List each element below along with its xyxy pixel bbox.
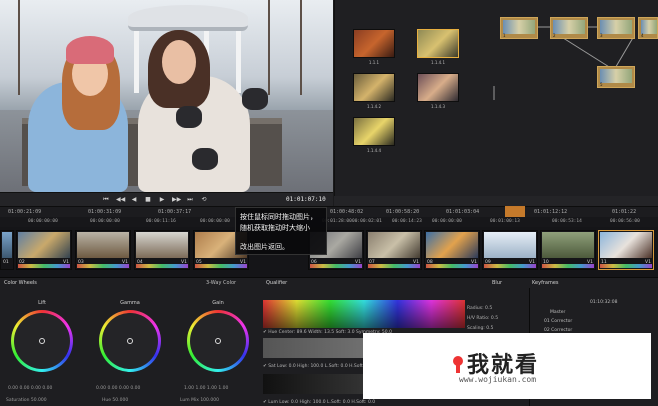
keyframes-title: Keyframes — [532, 280, 559, 286]
rewind-icon[interactable]: ◀◀ — [116, 196, 125, 204]
blur-scaling[interactable]: Scaling: 0.5 — [467, 326, 527, 331]
keyframe-track[interactable]: Master — [550, 310, 565, 315]
callout-line: 按住鼠标同时拖动图片， — [240, 213, 317, 221]
glove — [192, 148, 218, 170]
keyframes-timecode: 01:10:32:08 — [590, 300, 618, 305]
saturation-readout: Saturation 50.000 — [6, 398, 47, 403]
qualifier-title: Qualifier — [266, 280, 288, 286]
node-label: 3 — [600, 33, 603, 38]
gamma-values: 0.00 0.00 0.00 0.00 — [96, 386, 141, 391]
ruler-tick: 01:00:21:09 — [8, 209, 42, 215]
node-toolbar — [334, 196, 658, 206]
wheel-label: Gamma — [120, 300, 140, 306]
timeline-clip[interactable]: 07 V1 — [366, 230, 422, 270]
timeline-clip[interactable]: 10 V1 — [540, 230, 596, 270]
timeline-ruler[interactable]: 01:00:21:09 01:00:31:09 01:00:37:17 01:0… — [0, 206, 658, 217]
hue-range-bar[interactable] — [263, 300, 465, 328]
go-to-start-icon[interactable]: ⏮ — [102, 196, 110, 204]
ruler-tick: 01:00:31:09 — [88, 209, 122, 215]
gain-values: 1.00 1.00 1.00 1.00 — [184, 386, 229, 391]
timeline-clip[interactable]: 03 V1 — [75, 230, 131, 270]
timeline-clip[interactable]: 02 V1 — [16, 230, 72, 270]
go-to-end-icon[interactable]: ⏭ — [186, 196, 194, 204]
timeline-clip-selected[interactable]: 11 V1 — [598, 230, 654, 270]
blur-radius[interactable]: Radius: 0.5 — [467, 306, 527, 311]
step-back-icon[interactable]: ◀ — [130, 196, 138, 204]
lift-values: 0.00 0.00 0.00 0.00 — [8, 386, 53, 391]
clip-timecode: 00:00:00:00 — [90, 219, 120, 224]
tree-trunk — [268, 0, 270, 95]
clip-timecode: 00:00:14:23 — [392, 219, 422, 224]
ruler-tick: 01:00:37:17 — [158, 209, 192, 215]
wheel-label: Gain — [212, 300, 224, 306]
node-label: 5 — [600, 82, 603, 87]
instruction-callout: 按住鼠标同时拖动图片， 随机获取拖动时大缩小 改出图片返回。 — [235, 207, 327, 255]
clip-timecode: 00:00:00:00 — [28, 219, 58, 224]
glove — [176, 106, 202, 128]
lift-wheel[interactable] — [11, 310, 73, 372]
node-label: 2 — [553, 33, 556, 38]
clip-timecode: 00:00:11:16 — [146, 219, 176, 224]
ruler-tick: 01:01:03:04 — [446, 209, 480, 215]
keyframe-track[interactable]: 01 Corrector — [544, 319, 572, 324]
timeline-clip[interactable]: 01 — [0, 230, 14, 270]
node-5[interactable]: 5 — [597, 66, 635, 88]
tree-trunk — [18, 0, 20, 95]
clip-timecode: 00:00:00:00 — [432, 219, 462, 224]
node-3[interactable]: 3 — [597, 17, 635, 39]
lum-controls[interactable]: ✔ Lum Low: 0.0 High: 100.0 L.Soft: 0.0 H… — [263, 400, 465, 405]
ruler-tick: 01:00:48:02 — [330, 209, 364, 215]
lum-mix-readout: Lum Mix 100.000 — [180, 398, 219, 403]
timeline-clip[interactable]: 09 V1 — [482, 230, 538, 270]
watermark-banner: 我就看 www.wojiukan.com — [363, 333, 651, 399]
blur-title: Blur — [492, 280, 503, 286]
clip-number: 01 — [3, 260, 9, 265]
clip-timecode: 00:01:00:13 — [490, 219, 520, 224]
node-label: 1 — [503, 33, 506, 38]
node-label: 4 — [641, 33, 644, 38]
node-1[interactable]: 1 — [500, 17, 538, 39]
callout-line: 改出图片返回。 — [240, 243, 289, 251]
playhead-marker[interactable] — [505, 206, 525, 217]
node-2[interactable]: 2 — [550, 17, 588, 39]
mode-dropdown[interactable]: 3-Way Color — [206, 280, 236, 286]
person-left-hat — [66, 36, 114, 64]
callout-line: 随机获取拖动时大缩小 — [240, 224, 310, 232]
clip-timecode: 00:00:00:00 — [200, 219, 230, 224]
watermark-logo-icon — [453, 356, 463, 373]
clip-strip: 01 02 V1 03 V1 04 V1 05 V1 06 V1 07 V1 0… — [0, 227, 658, 277]
clip-timecode: 00:00:02:01 — [352, 219, 382, 224]
ruler-tick: 01:01:12:12 — [534, 209, 568, 215]
timeline-clip[interactable]: 08 V1 — [424, 230, 480, 270]
viewer-timecode: 01:01:07:10 — [286, 196, 326, 203]
fast-forward-icon[interactable]: ▶▶ — [172, 196, 181, 204]
glove — [242, 88, 268, 110]
transport-bar: ⏮ ◀◀ ◀ ■ ▶ ▶▶ ⏭ ⟲ 01:01:07:10 — [0, 192, 333, 206]
hue-readout: Hue 50.000 — [102, 398, 129, 403]
watermark-url: www.wojiukan.com — [459, 375, 537, 384]
loop-icon[interactable]: ⟲ — [200, 196, 208, 204]
play-icon[interactable]: ▶ — [158, 196, 166, 204]
person-right-face — [162, 40, 196, 84]
tree-trunk — [300, 0, 302, 95]
clip-timecode: 00:00:56:00 — [610, 219, 640, 224]
clip-timecodes-row: 00:00:00:00 00:00:00:00 00:00:11:16 00:0… — [0, 217, 658, 227]
gamma-wheel[interactable] — [99, 310, 161, 372]
stop-icon[interactable]: ■ — [144, 196, 152, 204]
color-wheels-title: Color Wheels — [4, 280, 37, 286]
ruler-tick: 01:01:22 — [612, 209, 637, 215]
ruler-tick: 01:00:58:20 — [386, 209, 420, 215]
wheel-label: Lift — [38, 300, 46, 306]
clip-timecode: 00:00:53:14 — [552, 219, 582, 224]
blur-hv-ratio[interactable]: H/V Ratio: 0.5 — [467, 316, 527, 321]
gain-wheel[interactable] — [187, 310, 249, 372]
node-4[interactable]: 4 — [638, 17, 658, 39]
video-viewer[interactable] — [0, 0, 333, 192]
timeline-clip[interactable]: 04 V1 — [134, 230, 190, 270]
